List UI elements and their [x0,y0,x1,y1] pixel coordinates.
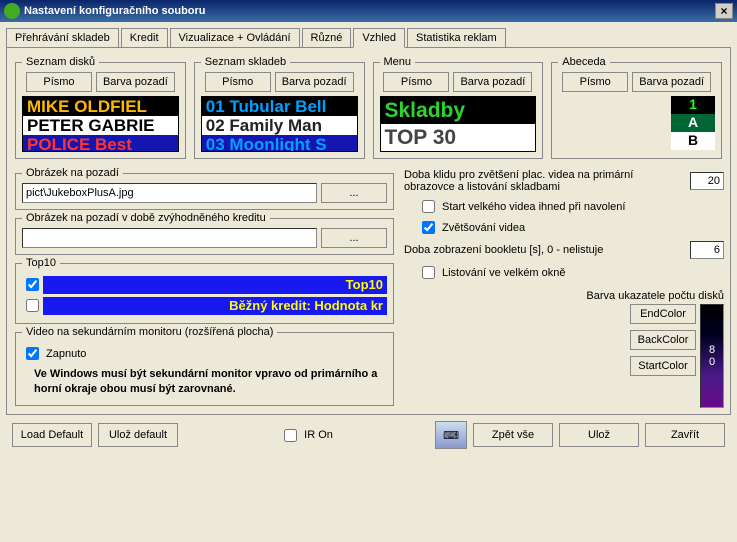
startcolor-button[interactable]: StartColor [630,356,696,376]
tab-misc[interactable]: Různé [302,28,352,48]
save-default-button[interactable]: Ulož default [98,423,178,447]
load-default-button[interactable]: Load Default [12,423,92,447]
endcolor-button[interactable]: EndColor [630,304,696,324]
abc-font-button[interactable]: Písmo [562,72,628,92]
abc-bgcolor-button[interactable]: Barva pozadí [632,72,711,92]
tab-credit[interactable]: Kredit [121,28,168,48]
abc-cell: B [671,132,715,150]
group-menu-legend: Menu [380,56,416,68]
tracks-preview-line: 01 Tubular Bell [202,97,357,116]
chk-zoom-video-label: Zvětšování videa [442,222,525,234]
group-tracks-legend: Seznam skladeb [201,56,290,68]
top10-check-2[interactable] [26,299,39,312]
color-title: Barva ukazatele počtu disků [586,290,724,302]
grad-num: 0 [709,356,715,368]
group-top10-legend: Top10 [22,257,60,269]
chk-bigwindow-browse[interactable] [422,266,435,279]
menu-preview-line: TOP 30 [381,124,536,151]
ir-on-checkbox[interactable] [284,429,297,442]
group-abc-legend: Abeceda [558,56,609,68]
idle-value-input[interactable] [690,172,724,190]
chk-zoom-video[interactable] [422,221,435,234]
bgimage-credit-path-input[interactable] [22,228,317,248]
top10-bar-1: Top10 [43,276,387,294]
group-top10: Top10 Top10 Běžný kredit: Hodnota kr [15,257,394,324]
group-video: Video na sekundárním monitoru (rozšířená… [15,326,394,406]
tracks-preview: 01 Tubular Bell 02 Family Man 03 Moonlig… [201,96,358,152]
tab-strip: Přehrávání skladeb Kredit Vizualizace + … [6,28,731,48]
menu-font-button[interactable]: Písmo [383,72,449,92]
ir-on-wrap[interactable]: IR On [280,426,333,445]
chk-bigvideo-immediate[interactable] [422,200,435,213]
bgimage-credit-browse-button[interactable]: ... [321,228,387,248]
undo-all-button[interactable]: Zpět vše [473,423,553,447]
titlebar: Nastavení konfiguračního souboru × [0,0,737,22]
tracks-bgcolor-button[interactable]: Barva pozadí [275,72,354,92]
color-gradient-preview: 8 0 [700,304,724,408]
group-bgimage-credit: Obrázek na pozadí v době zvýhodněného kr… [15,212,394,255]
keyboard-icon[interactable]: ⌨ [435,421,467,449]
disks-preview-line: PETER GABRIE [23,116,178,135]
disks-font-button[interactable]: Písmo [26,72,92,92]
bottom-bar: Load Default Ulož default IR On ⌨ Zpět v… [6,415,731,455]
tab-visualization[interactable]: Vizualizace + Ovládání [170,28,300,48]
tracks-preview-line: 02 Family Man [202,116,357,135]
group-bgimage-credit-legend: Obrázek na pozadí v době zvýhodněného kr… [22,212,270,224]
ir-on-label: IR On [304,429,333,441]
bgimage-path-input[interactable] [22,183,317,203]
save-button[interactable]: Ulož [559,423,639,447]
video-enabled-label: Zapnuto [46,348,86,360]
color-section: Barva ukazatele počtu disků EndColor Bac… [586,290,724,408]
window-title: Nastavení konfiguračního souboru [24,5,206,17]
booklet-label: Doba zobrazení bookletu [s], 0 - nelistu… [404,244,682,256]
top10-bar-2: Běžný kredit: Hodnota kr [43,297,387,315]
tab-appearance[interactable]: Vzhled [353,28,405,48]
top10-check-1[interactable] [26,278,39,291]
app-icon [4,3,20,19]
tracks-preview-line: 03 Moonlight S [202,135,357,152]
group-tracks: Seznam skladeb Písmo Barva pozadí 01 Tub… [194,56,365,159]
menu-preview-line: Skladby [381,97,536,124]
group-bgimage-legend: Obrázek na pozadí [22,167,123,179]
close-button[interactable]: Zavřít [645,423,725,447]
group-video-legend: Video na sekundárním monitoru (rozšířená… [22,326,277,338]
booklet-value-input[interactable] [690,241,724,259]
tab-panel: Seznam disků Písmo Barva pozadí MIKE OLD… [6,47,731,415]
bgimage-browse-button[interactable]: ... [321,183,387,203]
idle-label: Doba klidu pro zvětšení plac. videa na p… [404,169,682,193]
disks-preview-line: POLICE Best [23,135,178,152]
abc-cell: 1 [671,96,715,114]
grad-num: 8 [709,344,715,356]
abc-cell: A [671,114,715,132]
chk-bigvideo-immediate-label: Start velkého videa ihned při navolení [442,201,625,213]
disks-bgcolor-button[interactable]: Barva pozadí [96,72,175,92]
video-note: Ve Windows musí být sekundární monitor v… [34,367,385,397]
tab-ad-stats[interactable]: Statistika reklam [407,28,506,48]
menu-preview: Skladby TOP 30 [380,96,537,152]
disks-preview: MIKE OLDFIEL PETER GABRIE POLICE Best [22,96,179,152]
abc-preview: 1 A B [558,96,715,150]
tab-playback[interactable]: Přehrávání skladeb [6,28,119,48]
group-disks-legend: Seznam disků [22,56,99,68]
chk-bigwindow-browse-label: Listování ve velkém okně [442,267,566,279]
backcolor-button[interactable]: BackColor [630,330,696,350]
menu-bgcolor-button[interactable]: Barva pozadí [453,72,532,92]
disks-preview-line: MIKE OLDFIEL [23,97,178,116]
group-disks: Seznam disků Písmo Barva pozadí MIKE OLD… [15,56,186,159]
group-menu: Menu Písmo Barva pozadí Skladby TOP 30 [373,56,544,159]
group-bgimage: Obrázek na pozadí ... [15,167,394,210]
group-abc: Abeceda Písmo Barva pozadí 1 A B [551,56,722,159]
video-enabled-checkbox[interactable] [26,347,39,360]
close-icon[interactable]: × [715,3,733,19]
tracks-font-button[interactable]: Písmo [205,72,271,92]
